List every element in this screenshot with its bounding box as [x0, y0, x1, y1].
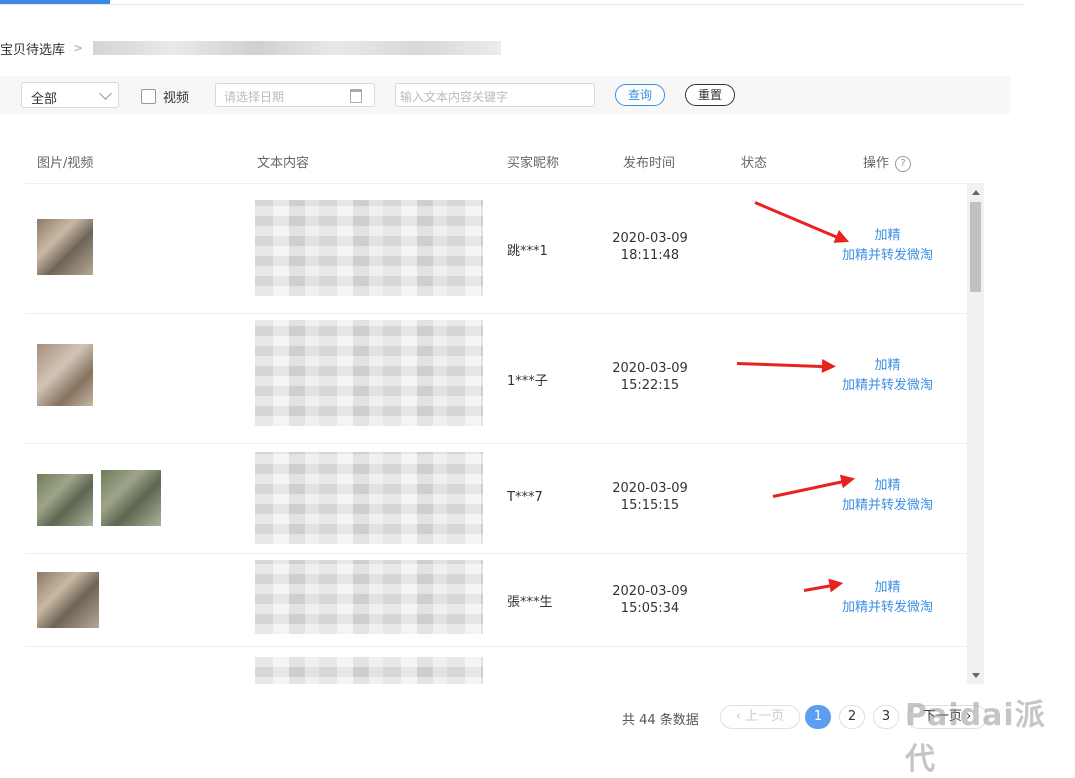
- col-actions-label: 操作: [863, 156, 890, 171]
- publish-clock: 15:22:15: [620, 378, 680, 393]
- product-image[interactable]: [37, 219, 93, 275]
- calendar-icon[interactable]: [350, 89, 362, 103]
- row-actions: 加精 加精并转发微淘: [825, 578, 950, 618]
- table-header: 图片/视频 文本内容 买家昵称 发布时间 状态 操作?: [25, 139, 985, 184]
- table-scrollbar[interactable]: [967, 184, 984, 684]
- category-select[interactable]: 全部: [21, 82, 119, 108]
- publish-clock: 15:15:15: [620, 498, 680, 513]
- category-select-value: 全部: [31, 92, 58, 107]
- row-actions: 加精 加精并转发微淘: [825, 356, 950, 396]
- prev-page-button[interactable]: ‹ 上一页: [720, 705, 800, 729]
- video-filter[interactable]: 视频: [141, 87, 189, 106]
- scroll-up-icon[interactable]: [972, 190, 980, 195]
- date-placeholder: 请选择日期: [224, 90, 285, 104]
- blurred-review-text: [255, 657, 483, 684]
- filter-bar: 全部 视频 请选择日期 输入文本内容关键字 查询 重置: [0, 76, 1010, 114]
- feature-and-forward-link[interactable]: 加精并转发微淘: [825, 496, 950, 516]
- scroll-down-icon[interactable]: [972, 673, 980, 678]
- page-1-button[interactable]: 1: [805, 705, 831, 729]
- product-image[interactable]: [37, 572, 99, 628]
- blurred-review-text: [255, 560, 483, 634]
- breadcrumb-separator-icon: >: [73, 41, 84, 55]
- feature-and-forward-link[interactable]: 加精并转发微淘: [825, 598, 950, 618]
- col-status: 状态: [741, 156, 768, 171]
- table-row: 跳***1 2020-03-09 18:11:48 加精 加精并转发微淘: [25, 184, 969, 314]
- breadcrumb: 宝贝待选库 >: [0, 38, 502, 58]
- feature-and-forward-link[interactable]: 加精并转发微淘: [825, 246, 950, 266]
- col-text: 文本内容: [257, 156, 310, 171]
- buyer-nickname: 跳***1: [507, 244, 548, 259]
- table-row: [25, 647, 969, 684]
- page-2-button[interactable]: 2: [839, 705, 865, 729]
- video-checkbox-label: 视频: [163, 91, 190, 106]
- publish-clock: 18:11:48: [620, 248, 680, 263]
- publish-time: 2020-03-09 15:05:34: [600, 583, 700, 617]
- table-row: T***7 2020-03-09 15:15:15 加精 加精并转发微淘: [25, 444, 969, 554]
- publish-date: 2020-03-09: [612, 361, 688, 376]
- chevron-down-icon: [99, 87, 112, 100]
- publish-clock: 15:05:34: [620, 601, 680, 616]
- product-image[interactable]: [101, 470, 161, 526]
- watermark-logo: Paidai派代: [905, 698, 1046, 777]
- breadcrumb-root[interactable]: 宝贝待选库: [0, 39, 65, 58]
- publish-date: 2020-03-09: [612, 481, 688, 496]
- col-media: 图片/视频: [37, 156, 94, 171]
- publish-date: 2020-03-09: [612, 584, 688, 599]
- blurred-review-text: [255, 320, 483, 426]
- scroll-thumb[interactable]: [970, 202, 981, 292]
- buyer-nickname: 1***子: [507, 374, 548, 389]
- product-image[interactable]: [37, 474, 93, 526]
- table-row: 1***子 2020-03-09 15:22:15 加精 加精并转发微淘: [25, 314, 969, 444]
- publish-date: 2020-03-09: [612, 231, 688, 246]
- date-picker-input[interactable]: 请选择日期: [215, 83, 375, 107]
- keyword-search-input[interactable]: 输入文本内容关键字: [395, 83, 595, 107]
- feature-and-forward-link[interactable]: 加精并转发微淘: [825, 376, 950, 396]
- col-actions: 操作?: [863, 152, 912, 172]
- breadcrumb-current-blurred: [93, 41, 502, 55]
- active-tab-indicator: [0, 0, 110, 4]
- product-image[interactable]: [37, 344, 93, 406]
- keyword-placeholder: 输入文本内容关键字: [400, 90, 509, 104]
- table-row: 張***生 2020-03-09 15:05:34 加精 加精并转发微淘: [25, 554, 969, 647]
- page-3-button[interactable]: 3: [873, 705, 899, 729]
- reset-button[interactable]: 重置: [685, 84, 735, 106]
- publish-time: 2020-03-09 15:22:15: [600, 360, 700, 394]
- publish-time: 2020-03-09 18:11:48: [600, 230, 700, 264]
- publish-time: 2020-03-09 15:15:15: [600, 480, 700, 514]
- blurred-review-text: [255, 452, 483, 544]
- col-publish-time: 发布时间: [623, 156, 676, 171]
- col-nickname: 买家昵称: [507, 156, 560, 171]
- buyer-nickname: 張***生: [507, 595, 553, 610]
- review-table: 图片/视频 文本内容 买家昵称 发布时间 状态 操作? 跳***1 2020-0…: [25, 139, 985, 684]
- blurred-review-text: [255, 200, 483, 296]
- total-count: 共 44 条数据: [622, 713, 699, 728]
- buyer-nickname: T***7: [507, 490, 543, 505]
- query-button[interactable]: 查询: [615, 84, 665, 106]
- video-checkbox[interactable]: [141, 89, 156, 104]
- add-featured-link[interactable]: 加精: [825, 356, 950, 376]
- help-icon[interactable]: ?: [895, 155, 912, 172]
- top-tab-bar: [0, 0, 1025, 5]
